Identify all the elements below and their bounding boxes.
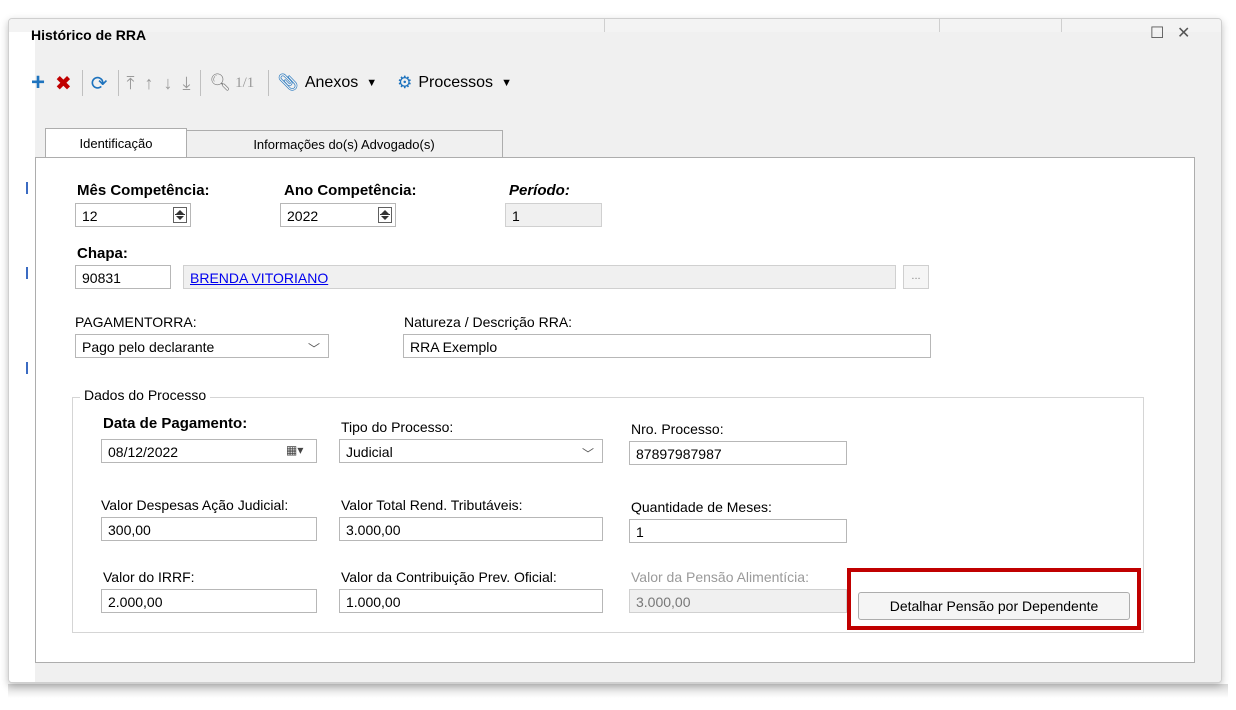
add-icon[interactable]: +: [31, 69, 45, 96]
mes-competencia-label: Mês Competência:: [77, 182, 210, 199]
periodo-label: Período:: [509, 182, 570, 199]
spinner-icon[interactable]: [173, 207, 187, 223]
data-pagamento-label: Data de Pagamento:: [103, 415, 248, 432]
chevron-down-icon: ﹀: [307, 342, 320, 356]
next-record-icon[interactable]: ↓: [164, 70, 173, 96]
tipo-processo-label: Tipo do Processo:: [341, 419, 454, 435]
strip-divider: [939, 19, 940, 32]
processos-menu[interactable]: ⚙ Processos ▼: [397, 70, 512, 96]
pagamento-rra-label: PAGAMENTORRA:: [75, 314, 197, 330]
paperclip-icon: 📎︎: [277, 73, 299, 92]
irrf-field[interactable]: 2.000,00: [101, 589, 317, 613]
gear-icon: ⚙: [397, 73, 413, 92]
calendar-icon[interactable]: ▦▾: [286, 443, 312, 459]
despesas-label: Valor Despesas Ação Judicial:: [101, 497, 289, 513]
pagamento-rra-select[interactable]: Pago pelo declarante ﹀: [75, 334, 329, 358]
previous-record-icon[interactable]: ↑: [145, 70, 154, 96]
anexos-menu[interactable]: 📎︎ Anexos ▼: [277, 70, 377, 96]
tipo-processo-select[interactable]: Judicial ﹀: [339, 439, 603, 463]
anexos-label: Anexos: [304, 74, 359, 91]
last-record-icon[interactable]: ⤓: [183, 70, 191, 96]
processos-label: Processos: [418, 74, 494, 91]
contribuicao-label: Valor da Contribuição Prev. Oficial:: [341, 569, 557, 585]
dados-processo-legend: Dados do Processo: [80, 387, 211, 403]
chapa-lookup-button[interactable]: ...: [903, 265, 929, 289]
toolbar-separator: [268, 70, 270, 96]
despesas-field[interactable]: 300,00: [101, 517, 317, 541]
spinner-icon[interactable]: [378, 207, 392, 223]
chapa-label: Chapa:: [77, 245, 128, 262]
toolbar: + ✖ ⟳ ⤒ ↑ ↓ ⤓ 🔍︎ 1/1 📎︎ Anexos ▼ ⚙ Proce…: [31, 68, 522, 98]
caret-down-icon: ▼: [501, 77, 512, 89]
search-icon[interactable]: 🔍︎: [209, 70, 231, 96]
pagamento-rra-value: Pago pelo declarante: [82, 339, 215, 355]
refresh-icon[interactable]: ⟳: [91, 70, 108, 96]
parent-window-strip: [9, 19, 1221, 33]
ano-competencia-field[interactable]: 2022: [280, 203, 396, 227]
strip-divider: [604, 19, 605, 32]
first-record-icon[interactable]: ⤒: [127, 70, 135, 96]
page-shadow: [8, 684, 1228, 698]
nro-processo-field[interactable]: 87897987987: [629, 441, 847, 465]
gutter-mark: [26, 362, 28, 374]
ano-competencia-value: 2022: [287, 208, 319, 224]
data-pagamento-field[interactable]: 08/12/2022 ▦▾: [101, 439, 317, 463]
qtd-meses-field[interactable]: 1: [629, 519, 847, 543]
natureza-field[interactable]: RRA Exemplo: [403, 334, 931, 358]
page-indicator: 1/1: [235, 74, 255, 91]
toolbar-separator: [117, 70, 119, 96]
irrf-label: Valor do IRRF:: [103, 569, 195, 585]
mes-competencia-value: 12: [82, 208, 98, 224]
strip-divider: [1061, 19, 1062, 32]
periodo-field: 1: [505, 203, 602, 227]
chevron-down-icon: ﹀: [581, 447, 594, 461]
data-pagamento-value: 08/12/2022: [108, 444, 179, 460]
toolbar-separator: [81, 70, 83, 96]
pensao-field: 3.000,00: [629, 589, 847, 613]
contribuicao-field[interactable]: 1.000,00: [339, 589, 603, 613]
delete-icon[interactable]: ✖: [55, 70, 72, 96]
maximize-icon[interactable]: ☐: [1150, 23, 1164, 43]
toolbar-separator: [200, 70, 202, 96]
natureza-label: Natureza / Descrição RRA:: [404, 314, 573, 330]
chapa-field[interactable]: 90831: [75, 265, 171, 289]
employee-name-link[interactable]: BRENDA VITORIANO: [190, 270, 328, 286]
caret-down-icon: ▼: [366, 77, 378, 89]
tab-identificacao[interactable]: Identificação: [45, 128, 187, 157]
tipo-processo-value: Judicial: [346, 444, 393, 460]
chapa-name-field: BRENDA VITORIANO: [183, 265, 896, 289]
tab-advogados[interactable]: Informações do(s) Advogado(s): [185, 130, 503, 157]
qtd-meses-label: Quantidade de Meses:: [631, 499, 772, 515]
left-gutter: [9, 32, 35, 682]
window-title: Histórico de RRA: [31, 27, 147, 43]
pensao-label: Valor da Pensão Alimentícia:: [631, 569, 809, 585]
highlight-box: [847, 568, 1141, 630]
ano-competencia-label: Ano Competência:: [284, 182, 417, 199]
close-icon[interactable]: ✕: [1177, 23, 1190, 43]
gutter-mark: [26, 182, 28, 194]
mes-competencia-field[interactable]: 12: [75, 203, 191, 227]
total-rend-label: Valor Total Rend. Tributáveis:: [341, 497, 523, 513]
nro-processo-label: Nro. Processo:: [631, 421, 724, 437]
gutter-mark: [26, 267, 28, 279]
total-rend-field[interactable]: 3.000,00: [339, 517, 603, 541]
